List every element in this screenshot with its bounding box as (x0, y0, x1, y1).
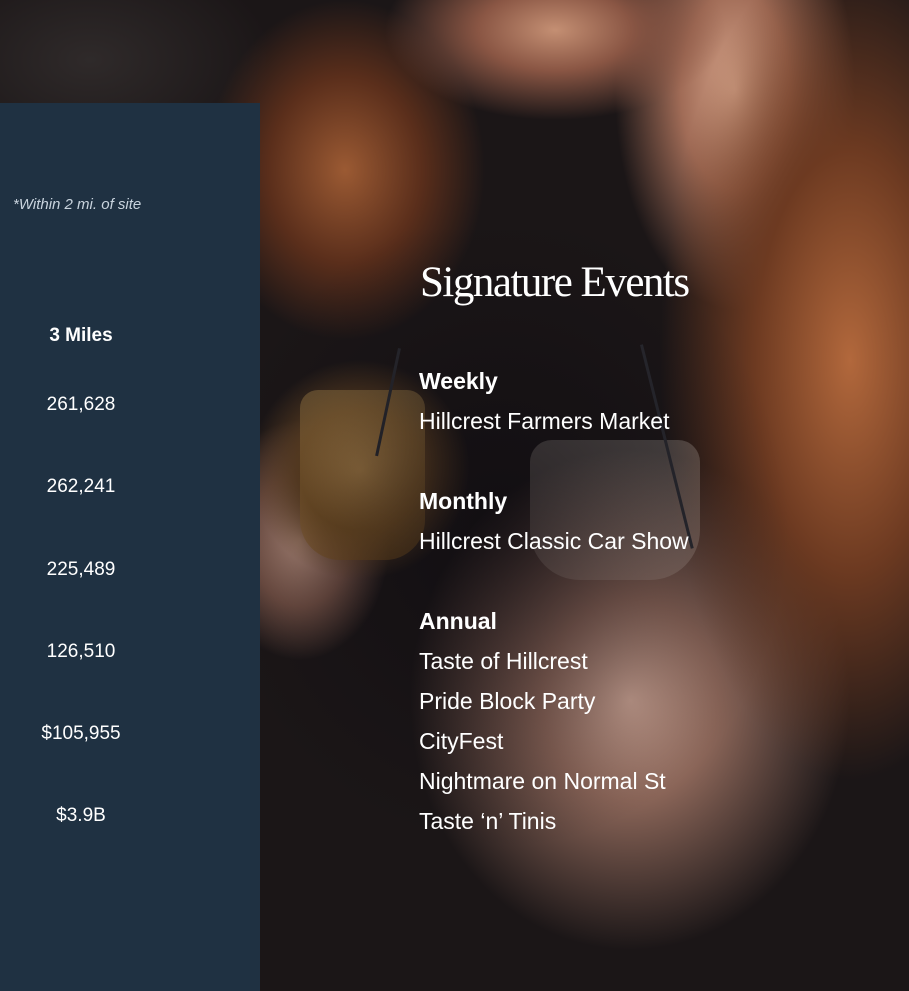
stats-panel: *Within 2 mi. of site 3 Miles 261,628 26… (0, 103, 260, 991)
stat-value: 225,489 (46, 559, 116, 580)
events-group-monthly: Monthly Hillcrest Classic Car Show (419, 481, 689, 561)
event-frequency: Annual (419, 608, 497, 634)
column-header: 3 Miles (49, 325, 113, 346)
events-group-annual: Annual Taste of Hillcrest Pride Block Pa… (419, 601, 666, 841)
page: *Within 2 mi. of site 3 Miles 261,628 26… (0, 0, 909, 991)
stat-value: $3.9B (56, 805, 106, 826)
event-item: Taste of Hillcrest (419, 648, 588, 674)
event-frequency: Weekly (419, 368, 498, 394)
stat-value: 262,241 (46, 476, 116, 497)
stat-value: 261,628 (46, 394, 116, 415)
event-frequency: Monthly (419, 488, 508, 514)
event-item: Hillcrest Farmers Market (419, 408, 670, 434)
event-item: Hillcrest Classic Car Show (419, 528, 689, 554)
event-item: Pride Block Party (419, 688, 596, 714)
event-item: Nightmare on Normal St (419, 768, 666, 794)
stat-value: 126,510 (46, 641, 116, 662)
event-item: CityFest (419, 728, 504, 754)
events-group-weekly: Weekly Hillcrest Farmers Market (419, 361, 669, 441)
site-radius-note: *Within 2 mi. of site (13, 196, 142, 213)
event-item: Taste ‘n’ Tinis (419, 808, 557, 834)
stat-value: $105,955 (41, 723, 121, 744)
events-title: Signature Events (420, 259, 690, 306)
